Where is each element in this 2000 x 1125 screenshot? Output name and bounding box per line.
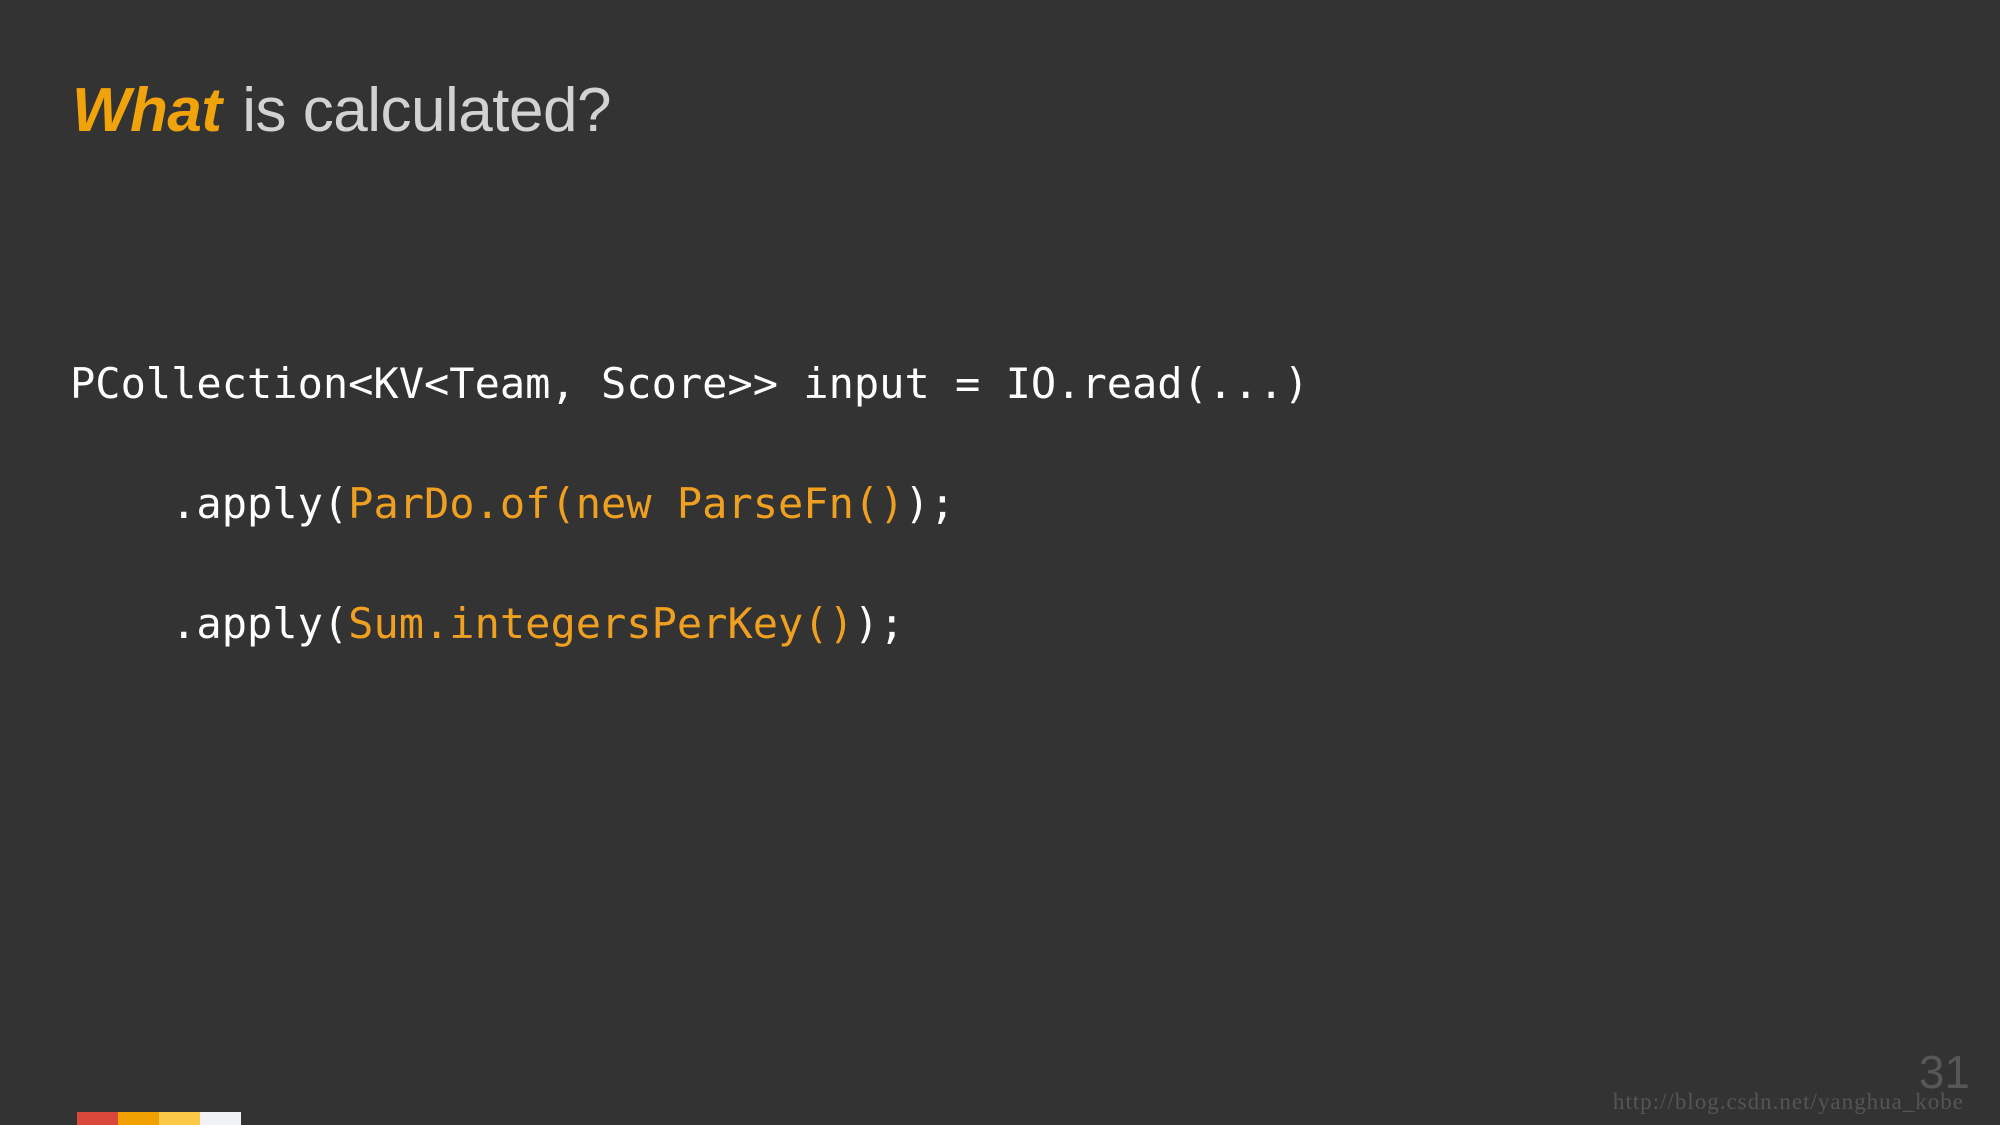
color-bar-segment-yellow [159,1112,200,1125]
color-bar-segment-white [200,1112,241,1125]
code-block: PCollection<KV<Team, Score>> input = IO.… [70,354,1309,654]
code-token-terminator: ); [904,479,956,528]
color-bar-segment-orange [118,1112,159,1125]
code-line: .apply(ParDo.of(new ParseFn()); [70,474,1309,534]
code-token-sum-integers-per-key: Sum.integersPerKey() [348,599,854,648]
code-token-pardo-of: ParDo.of(new ParseFn() [348,479,905,528]
page-title-rest: is calculated? [225,75,611,145]
code-line: .apply(Sum.integersPerKey()); [70,594,1309,654]
page-title-accent: What [72,75,222,145]
code-token-apply: .apply( [70,479,349,528]
footer-color-bar [77,1112,241,1125]
code-token-declaration: PCollection<KV<Team, Score>> input = IO.… [70,359,1310,408]
code-line: PCollection<KV<Team, Score>> input = IO.… [70,354,1309,414]
watermark: http://blog.csdn.net/yanghua_kobe [1612,1089,1964,1114]
color-bar-segment-red [77,1112,118,1125]
page-title: What is calculated? [72,75,611,146]
code-token-apply: .apply( [70,599,349,648]
code-token-terminator: ); [853,599,905,648]
slide: What is calculated? PCollection<KV<Team,… [0,0,2000,1125]
